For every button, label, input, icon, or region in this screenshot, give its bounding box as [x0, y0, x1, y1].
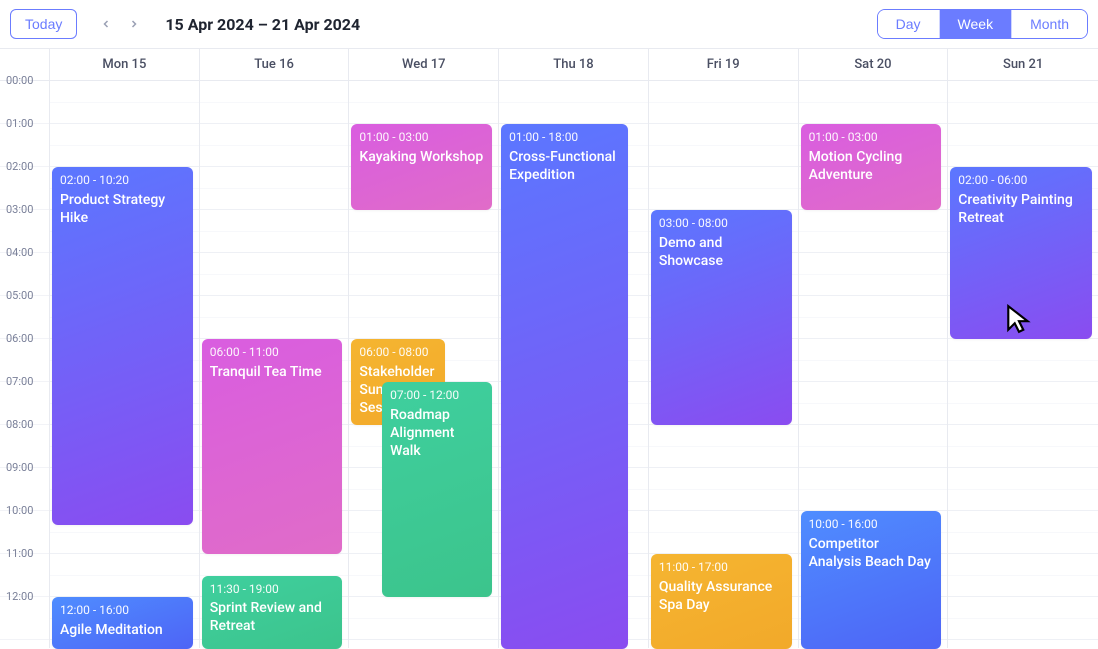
event-time: 03:00 - 08:00	[659, 216, 784, 232]
day-body[interactable]: 02:00 - 06:00 Creativity Painting Retreat	[948, 81, 1098, 640]
event-time: 12:00 - 16:00	[60, 603, 185, 619]
day-body[interactable]: 01:00 - 03:00 Motion Cycling Adventure 10:…	[799, 81, 948, 640]
day-column-thu: Thu 18 01:00 - 18:00 Cross-Functional Expe…	[499, 49, 649, 648]
time-label: 04:00	[6, 246, 33, 259]
prev-arrow[interactable]	[93, 11, 119, 37]
event-title: Creativity Painting Retreat	[958, 191, 1084, 227]
day-body[interactable]: 01:00 - 03:00 Kayaking Workshop 06:00 - 08…	[349, 81, 498, 640]
time-label: 01:00	[6, 117, 33, 130]
today-button[interactable]: Today	[10, 9, 77, 39]
event-title: Quality Assurance Spa Day	[659, 578, 784, 614]
day-header: Thu 18	[499, 49, 648, 81]
time-label: 03:00	[6, 203, 33, 216]
view-week-button[interactable]: Week	[940, 10, 1013, 38]
calendar: 00:00 01:00 02:00 03:00 04:00 05:00 06:00 07:00…	[0, 48, 1098, 648]
event-title: Kayaking Workshop	[359, 148, 484, 166]
toolbar-left: Today 15 Apr 2024 – 21 Apr 2024	[10, 9, 360, 39]
nav-arrows	[93, 11, 147, 37]
event-title: Roadmap Alignment Walk	[390, 406, 484, 461]
calendar-event[interactable]: 03:00 - 08:00 Demo and Showcase	[651, 210, 792, 425]
toolbar: Today 15 Apr 2024 – 21 Apr 2024 Day Week…	[0, 0, 1098, 48]
event-time: 01:00 - 03:00	[809, 130, 934, 146]
chevron-left-icon	[100, 18, 112, 30]
time-label: 06:00	[6, 332, 33, 345]
day-column-fri: Fri 19 03:00 - 08:00 Demo and Showcase 11:0…	[649, 49, 799, 648]
calendar-event[interactable]: 12:00 - 16:00 Agile Meditation	[52, 597, 193, 649]
calendar-event[interactable]: 01:00 - 03:00 Motion Cycling Adventure	[801, 124, 942, 210]
calendar-event[interactable]: 02:00 - 10:20 Product Strategy Hike	[52, 167, 193, 525]
time-label: 02:00	[6, 160, 33, 173]
calendar-event[interactable]: 02:00 - 06:00 Creativity Painting Retreat	[950, 167, 1092, 339]
day-column-sat: Sat 20 01:00 - 03:00 Motion Cycling Advent…	[799, 49, 949, 648]
time-label: 12:00	[6, 590, 33, 603]
time-label: 11:00	[6, 547, 33, 560]
day-header: Tue 16	[200, 49, 349, 81]
event-title: Agile Meditation	[60, 621, 185, 639]
time-slot: 12:00	[0, 597, 49, 640]
view-month-button[interactable]: Month	[1012, 10, 1087, 38]
calendar-event[interactable]: 07:00 - 12:00 Roadmap Alignment Walk	[382, 382, 492, 597]
calendar-event[interactable]: 11:30 - 19:00Sprint Review and Retreat	[202, 576, 343, 649]
calendar-event[interactable]: 11:00 - 17:00 Quality Assurance Spa Day	[651, 554, 792, 649]
event-title: Sprint Review and Retreat	[210, 599, 335, 635]
date-range-label: 15 Apr 2024 – 21 Apr 2024	[165, 15, 360, 34]
day-body[interactable]: 06:00 - 11:00 Tranquil Tea Time 11:30 - 19…	[200, 81, 349, 640]
time-label: 10:00	[6, 504, 33, 517]
day-column-mon: Mon 15 02:00 - 10:20 Product Strategy Hike…	[50, 49, 200, 648]
day-column-sun: Sun 21 02:00 - 06:00 Creativity Painting R…	[948, 49, 1098, 648]
day-column-tue: Tue 16 06:00 - 11:00 Tranquil Tea Time 11:3…	[200, 49, 350, 648]
event-title: Tranquil Tea Time	[210, 363, 335, 381]
event-title: Cross-Functional Expedition	[509, 148, 620, 184]
day-body[interactable]: 03:00 - 08:00 Demo and Showcase 11:00 - 17…	[649, 81, 798, 640]
next-arrow[interactable]	[121, 11, 147, 37]
event-title: Competitor Analysis Beach Day	[809, 535, 934, 571]
day-column-wed: Wed 17 01:00 - 03:00 Kayaking Workshop 06:0…	[349, 49, 499, 648]
event-title: Motion Cycling Adventure	[809, 148, 934, 184]
event-time: 10:00 - 16:00	[809, 517, 934, 533]
event-title: Product Strategy Hike	[60, 191, 185, 227]
view-switch: Day Week Month	[877, 9, 1088, 39]
event-time: 11:30 - 19:00	[210, 582, 335, 598]
time-label: 08:00	[6, 418, 33, 431]
event-time: 07:00 - 12:00	[390, 388, 484, 404]
event-time: 02:00 - 10:20	[60, 173, 185, 189]
time-column: 00:00 01:00 02:00 03:00 04:00 05:00 06:00 07:00…	[0, 48, 50, 648]
week-grid: Mon 15 02:00 - 10:20 Product Strategy Hike…	[50, 48, 1098, 648]
event-time: 02:00 - 06:00	[958, 173, 1084, 189]
day-header: Sun 21	[948, 49, 1098, 81]
time-label: 07:00	[6, 375, 33, 388]
day-header: Wed 17	[349, 49, 498, 81]
event-time: 01:00 - 18:00	[509, 130, 620, 146]
time-label: 05:00	[6, 289, 33, 302]
day-body[interactable]: 02:00 - 10:20 Product Strategy Hike 12:00 …	[50, 81, 199, 640]
view-day-button[interactable]: Day	[878, 10, 940, 38]
event-time: 06:00 - 08:00	[359, 345, 436, 361]
chevron-right-icon	[128, 18, 140, 30]
time-label: 00:00	[6, 74, 33, 87]
day-header: Mon 15	[50, 49, 199, 81]
day-body[interactable]: 01:00 - 18:00 Cross-Functional Expedition	[499, 81, 648, 640]
calendar-event[interactable]: 01:00 - 18:00 Cross-Functional Expedition	[501, 124, 628, 649]
event-time: 11:00 - 17:00	[659, 560, 784, 576]
event-time: 06:00 - 11:00	[210, 345, 335, 361]
calendar-event[interactable]: 06:00 - 11:00 Tranquil Tea Time	[202, 339, 343, 554]
time-label: 09:00	[6, 461, 33, 474]
day-header: Sat 20	[799, 49, 948, 81]
calendar-event[interactable]: 01:00 - 03:00 Kayaking Workshop	[351, 124, 492, 210]
calendar-event[interactable]: 10:00 - 16:00 Competitor Analysis Beach D…	[801, 511, 942, 649]
event-title: Demo and Showcase	[659, 234, 784, 270]
day-header: Fri 19	[649, 49, 798, 81]
event-time: 01:00 - 03:00	[359, 130, 484, 146]
